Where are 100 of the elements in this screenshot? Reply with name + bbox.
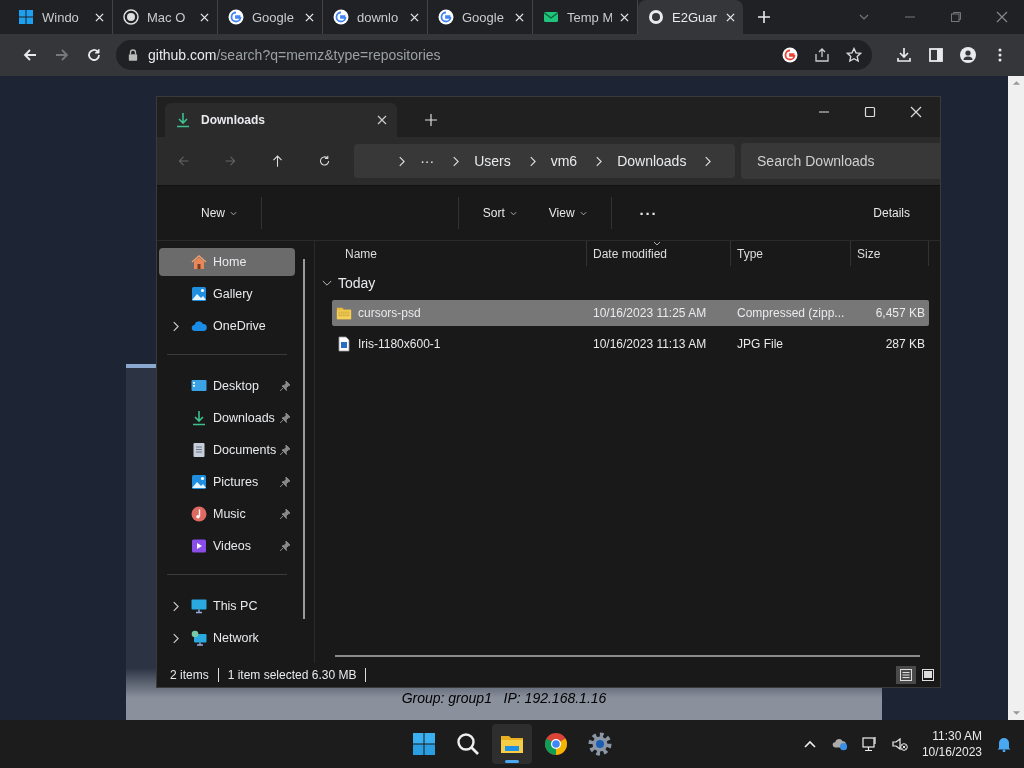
column-header[interactable]: Date modified [587,241,731,266]
share-icon[interactable] [814,47,830,63]
sidebar-label: Documents [213,443,277,457]
horizontal-scrollbar[interactable] [335,655,920,657]
side-panel-icon[interactable] [928,47,944,63]
file-name: Iris-1180x600-1 [358,337,441,351]
view-button[interactable]: View [532,200,603,226]
back-arrow-icon[interactable] [22,47,38,63]
column-header[interactable]: Type [731,241,851,266]
zip-folder-icon [336,305,352,321]
chevron-right-icon[interactable] [171,632,179,644]
caret-icon [579,210,587,216]
tab-title: Windo [42,9,80,25]
chevron-right-icon[interactable] [171,600,179,612]
network-icon [191,630,207,646]
cloud-icon [191,318,207,334]
download-icon[interactable] [896,47,912,63]
caret-icon [230,210,237,216]
file-name: cursors-psd [358,306,421,320]
sort-button[interactable]: Sort [466,200,533,226]
cloud-icon[interactable] [831,736,848,752]
breadcrumb-item[interactable]: vm6 [550,153,578,169]
sidebar-label: Pictures [213,475,259,489]
chevron-right-icon[interactable] [452,155,460,167]
breadcrumb-item[interactable]: ··· [420,153,435,169]
sidebar-label: Videos [213,539,251,553]
sidebar-scrollbar[interactable] [303,259,305,619]
refresh-icon[interactable] [318,154,332,168]
new-button[interactable]: New [185,200,253,226]
tile-view-icon [922,669,934,681]
sidebar-item[interactable]: Home [159,248,295,276]
chevron-down-icon[interactable] [322,279,332,287]
address-bar[interactable]: github.com/search?q=memz&type=repositories [116,40,872,70]
document-icon [191,442,207,458]
google-logo-icon [333,9,349,25]
sidebar-item[interactable]: Network [159,624,295,652]
search-field[interactable]: Search Downloads [741,143,940,179]
browser-logo-icon [544,732,568,756]
reload-icon[interactable] [86,47,102,63]
tab-title: Mac O [147,9,187,25]
column-header[interactable]: Size [851,241,929,266]
ring-logo-icon [123,9,139,25]
music-note-icon [191,506,207,522]
column-header[interactable]: Name [332,241,587,266]
more-options-button[interactable]: ··· [619,198,678,228]
tab-title: downlo [357,9,400,25]
image-file-icon [336,336,352,352]
browser-tab[interactable]: E2Guar [638,0,743,34]
file-row[interactable]: Iris-1180x600-1 10/16/2023 11:13 AM JPG File 287 KB [332,331,929,357]
tab-title: E2Guar [672,9,718,25]
breadcrumb-bar[interactable]: ··· Users vm6 Downloads [354,144,735,178]
folder-app-button[interactable] [492,724,532,764]
up-arrow-icon[interactable] [271,154,285,168]
chevron-right-icon[interactable] [595,155,603,167]
sidebar-label: Network [213,631,259,645]
bell-icon[interactable] [996,736,1012,752]
tab-title: Temp M [567,9,612,25]
group-header[interactable]: Today [322,266,380,300]
type-cell: Compressed (zipp... [737,306,845,320]
picture-icon [191,286,207,302]
breadcrumb-item[interactable]: Users [474,153,511,169]
explorer-tab[interactable]: Downloads [165,103,397,137]
forward-arrow-icon[interactable] [54,47,70,63]
sidebar-item[interactable]: Downloads [159,404,295,432]
google-logo-icon [228,9,244,25]
file-row[interactable]: cursors-psd 10/16/2023 11:25 AM Compressed (zipp... 6,457 KB [332,300,929,326]
date-cell: 10/16/2023 11:25 AM [593,306,707,320]
google-logo-icon[interactable] [782,47,798,63]
speaker-muted-icon[interactable] [891,736,908,752]
sidebar-item[interactable]: Gallery [159,280,295,308]
chevron-right-icon[interactable] [704,155,712,167]
details-button[interactable]: Details [857,200,926,226]
sidebar-label: Downloads [213,411,275,425]
sidebar-label: Music [213,507,246,521]
url-text: github.com/search?q=memz&type=repositories [148,47,441,63]
new-tab-icon[interactable] [425,114,437,126]
sidebar-item[interactable]: Documents [159,436,295,464]
sidebar-item[interactable]: Videos [159,532,295,560]
date-cell: 10/16/2023 11:13 AM [593,337,707,351]
maximize-icon[interactable] [864,106,876,118]
details-view-button[interactable] [896,666,916,684]
restore-icon[interactable] [950,11,962,23]
close-icon[interactable] [377,115,387,125]
chevron-right-icon[interactable] [171,320,179,332]
house-icon [191,254,207,270]
sidebar-label: Gallery [213,287,253,301]
star-icon[interactable] [846,47,862,63]
profile-icon[interactable] [960,47,976,63]
sidebar-item[interactable]: This PC [159,592,295,620]
sidebar-item[interactable]: OneDrive [159,312,295,340]
sidebar-item[interactable]: Pictures [159,468,295,496]
sidebar-item[interactable]: Desktop [159,372,295,400]
sidebar-item[interactable]: Music [159,500,295,528]
chevron-right-icon[interactable] [528,155,536,167]
group-title: Today [338,275,376,291]
chevron-right-icon[interactable] [398,155,406,167]
sidebar-label: OneDrive [213,319,266,333]
network-icon[interactable] [861,736,878,752]
new-tab-icon[interactable] [757,10,771,24]
breadcrumb-item[interactable]: Downloads [617,153,687,169]
